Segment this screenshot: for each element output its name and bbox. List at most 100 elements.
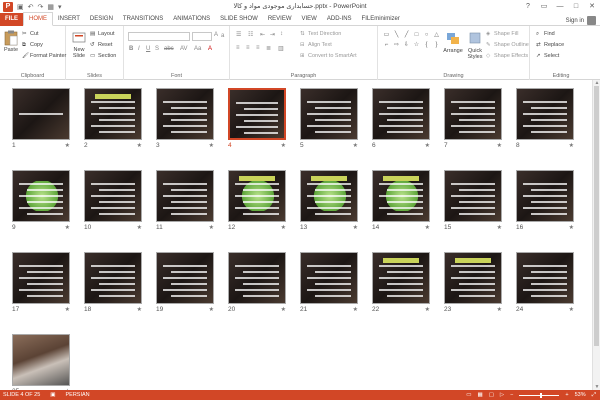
slide-preview[interactable] — [12, 334, 70, 386]
vertical-scrollbar[interactable]: ▲ ▼ — [592, 80, 600, 390]
shrink-font-icon[interactable]: a — [221, 33, 224, 39]
font-family-select[interactable] — [128, 32, 190, 41]
shape-outline-button[interactable]: ✎ Shape Outline — [486, 42, 529, 48]
italic-icon[interactable]: I — [138, 46, 140, 52]
change-case-icon[interactable]: Aa — [194, 46, 201, 52]
slide-thumbnail[interactable]: 16 ★ — [516, 170, 574, 231]
maximize-icon[interactable]: □ — [568, 0, 584, 13]
line-shape-icon[interactable]: ╲ — [392, 31, 401, 40]
numbering-icon[interactable]: ☷ — [248, 31, 253, 38]
slide-thumbnail[interactable]: 14 ★ — [372, 170, 430, 231]
font-size-select[interactable] — [192, 32, 212, 41]
convert-to-smartart-button[interactable]: ⊞ Convert to SmartArt — [300, 53, 357, 59]
slide-preview[interactable] — [300, 170, 358, 222]
transition-star-icon[interactable]: ★ — [569, 142, 574, 149]
transition-star-icon[interactable]: ★ — [353, 224, 358, 231]
transition-star-icon[interactable]: ★ — [137, 306, 142, 313]
transition-star-icon[interactable]: ★ — [425, 142, 430, 149]
char-spacing-icon[interactable]: AV — [180, 46, 188, 52]
underline-icon[interactable]: U — [146, 46, 150, 52]
slide-preview[interactable] — [156, 252, 214, 304]
slide-show-icon[interactable]: ▷ — [500, 392, 504, 398]
tab-design[interactable]: DESIGN — [85, 13, 118, 26]
zoom-in-icon[interactable]: + — [565, 392, 568, 398]
layout-button[interactable]: ▤ Layout — [90, 31, 115, 37]
transition-star-icon[interactable]: ★ — [281, 224, 286, 231]
slide-thumbnail[interactable]: 5 ★ — [300, 88, 358, 149]
slide-thumbnail[interactable]: 8 ★ — [516, 88, 574, 149]
zoom-level[interactable]: 53% — [575, 392, 586, 398]
slide-preview[interactable] — [444, 170, 502, 222]
align-text-button[interactable]: ⊟ Align Text — [300, 42, 332, 48]
arrange-button[interactable]: Arrange — [442, 31, 464, 54]
slide-thumbnail[interactable]: 11 ★ — [156, 170, 214, 231]
bullets-icon[interactable]: ☰ — [236, 31, 241, 38]
slide-preview[interactable] — [444, 252, 502, 304]
select-button[interactable]: ➚ Select — [536, 53, 559, 59]
reading-view-icon[interactable]: ▢ — [489, 392, 494, 398]
decrease-indent-icon[interactable]: ⇤ — [260, 31, 265, 38]
slide-preview[interactable] — [156, 88, 214, 140]
transition-star-icon[interactable]: ★ — [137, 142, 142, 149]
transition-star-icon[interactable]: ★ — [281, 142, 286, 149]
down-arrow-shape-icon[interactable]: ⇩ — [402, 41, 411, 50]
copy-button[interactable]: ⧉ Copy — [22, 42, 43, 48]
transition-star-icon[interactable]: ★ — [353, 142, 358, 149]
close-icon[interactable]: ✕ — [584, 0, 600, 13]
slide-thumbnail[interactable]: 21 ★ — [300, 252, 358, 313]
slide-thumbnail[interactable]: 15 ★ — [444, 170, 502, 231]
slide-thumbnail[interactable]: 18 ★ — [84, 252, 142, 313]
tab-animations[interactable]: ANIMATIONS — [168, 13, 215, 26]
language-indicator[interactable]: PERSIAN — [66, 392, 90, 398]
columns-icon[interactable]: ▥ — [278, 45, 284, 52]
normal-view-icon[interactable]: ▭ — [466, 392, 471, 398]
arrow-shape-icon[interactable]: ⇨ — [392, 41, 401, 50]
connector-shape-icon[interactable]: ⌐ — [382, 41, 391, 50]
slide-thumbnail[interactable]: 22 ★ — [372, 252, 430, 313]
slide-thumbnail[interactable]: 23 ★ — [444, 252, 502, 313]
ribbon-display-options-icon[interactable]: ▭ — [536, 0, 552, 13]
font-color-icon[interactable]: A — [208, 46, 212, 52]
strikethrough-icon[interactable]: abc — [164, 46, 174, 52]
slide-preview[interactable] — [12, 252, 70, 304]
align-left-icon[interactable]: ≡ — [236, 45, 240, 51]
customize-qat-icon[interactable]: ▾ — [58, 3, 62, 11]
slide-preview[interactable] — [12, 88, 70, 140]
grow-font-icon[interactable]: A — [214, 32, 218, 38]
slide-preview[interactable] — [84, 88, 142, 140]
align-right-icon[interactable]: ≡ — [256, 45, 260, 51]
increase-indent-icon[interactable]: ⇥ — [270, 31, 275, 38]
brace-shape-icon[interactable]: } — [432, 41, 441, 50]
slide-preview[interactable] — [516, 252, 574, 304]
tab-review[interactable]: REVIEW — [263, 13, 297, 26]
slide-thumbnail[interactable]: 10 ★ — [84, 170, 142, 231]
star-shape-icon[interactable]: ☆ — [412, 41, 421, 50]
slide-thumbnail[interactable]: 3 ★ — [156, 88, 214, 149]
cut-button[interactable]: ✂ Cut — [22, 31, 39, 37]
oval-shape-icon[interactable]: ○ — [422, 31, 431, 40]
transition-star-icon[interactable]: ★ — [497, 224, 502, 231]
replace-button[interactable]: ⇄ Replace — [536, 42, 564, 48]
slide-preview[interactable] — [228, 252, 286, 304]
brace-shape-icon[interactable]: { — [422, 41, 431, 50]
slide-thumbnail[interactable]: 13 ★ — [300, 170, 358, 231]
slide-thumbnail[interactable]: 17 ★ — [12, 252, 70, 313]
slide-preview[interactable] — [372, 252, 430, 304]
new-slide-button[interactable]: New Slide — [70, 30, 88, 59]
slide-thumbnail[interactable]: 1 ★ — [12, 88, 70, 149]
reset-button[interactable]: ↺ Reset — [90, 42, 112, 48]
transition-star-icon[interactable]: ★ — [137, 224, 142, 231]
transition-star-icon[interactable]: ★ — [65, 224, 70, 231]
slide-preview[interactable] — [156, 170, 214, 222]
slide-thumbnail[interactable]: 12 ★ — [228, 170, 286, 231]
tab-fileminimizer[interactable]: FILEminimizer — [357, 13, 405, 26]
tab-slide-show[interactable]: SLIDE SHOW — [215, 13, 263, 26]
slide-thumbnail[interactable]: 9 ★ — [12, 170, 70, 231]
help-icon[interactable]: ? — [520, 0, 536, 13]
tab-transitions[interactable]: TRANSITIONS — [118, 13, 168, 26]
slide-preview[interactable] — [228, 170, 286, 222]
transition-star-icon[interactable]: ★ — [497, 306, 502, 313]
justify-icon[interactable]: ≣ — [266, 45, 271, 52]
scrollbar-thumb[interactable] — [594, 86, 599, 346]
slide-preview[interactable] — [372, 170, 430, 222]
